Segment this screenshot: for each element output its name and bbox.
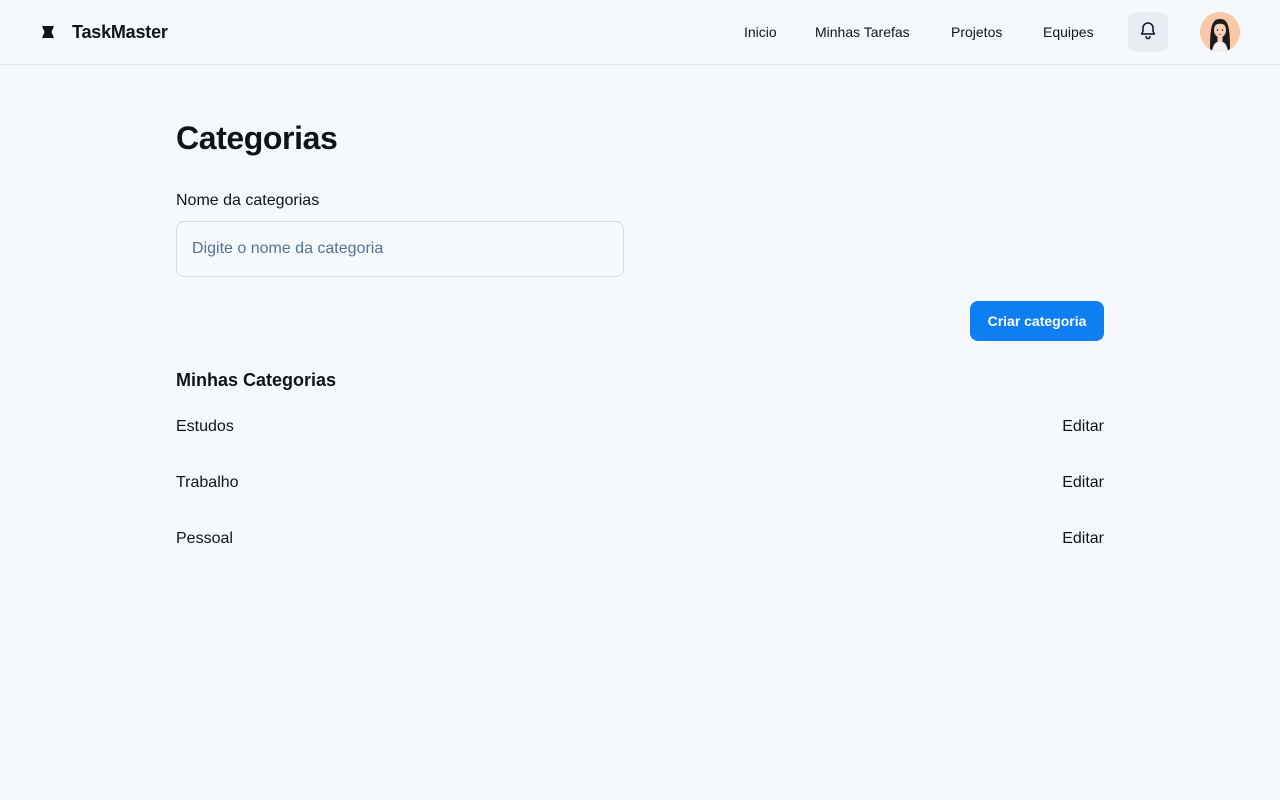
nav-item-projetos[interactable]: Projetos xyxy=(951,24,1002,40)
create-category-button[interactable]: Criar categoria xyxy=(970,301,1104,341)
category-row: Estudos Editar xyxy=(176,400,1104,456)
category-name: Trabalho xyxy=(176,474,239,491)
user-avatar[interactable] xyxy=(1200,12,1240,52)
category-name-label: Nome da categorias xyxy=(176,192,320,209)
page-title: Categorias xyxy=(176,120,338,156)
notifications-button[interactable] xyxy=(1128,12,1168,52)
taskmaster-logo-icon xyxy=(40,24,56,40)
edit-category-button[interactable]: Editar xyxy=(1062,418,1104,436)
category-name-input[interactable] xyxy=(176,221,624,277)
edit-category-button[interactable]: Editar xyxy=(1062,530,1104,548)
nav-item-inicio[interactable]: Inicio xyxy=(744,24,777,40)
category-row: Pessoal Editar xyxy=(176,512,1104,568)
edit-category-button[interactable]: Editar xyxy=(1062,474,1104,492)
nav-item-minhas-tarefas[interactable]: Minhas Tarefas xyxy=(815,24,910,40)
category-row: Trabalho Editar xyxy=(176,456,1104,512)
app-name: TaskMaster xyxy=(72,21,168,42)
category-name: Estudos xyxy=(176,418,234,435)
brand[interactable]: TaskMaster xyxy=(40,20,168,44)
top-navigation-bar: TaskMaster Inicio Minhas Tarefas Projeto… xyxy=(0,0,1280,65)
nav-item-equipes[interactable]: Equipes xyxy=(1043,24,1094,40)
bell-icon xyxy=(1138,20,1158,45)
my-categories-title: Minhas Categorias xyxy=(176,370,337,390)
category-name: Pessoal xyxy=(176,530,233,547)
